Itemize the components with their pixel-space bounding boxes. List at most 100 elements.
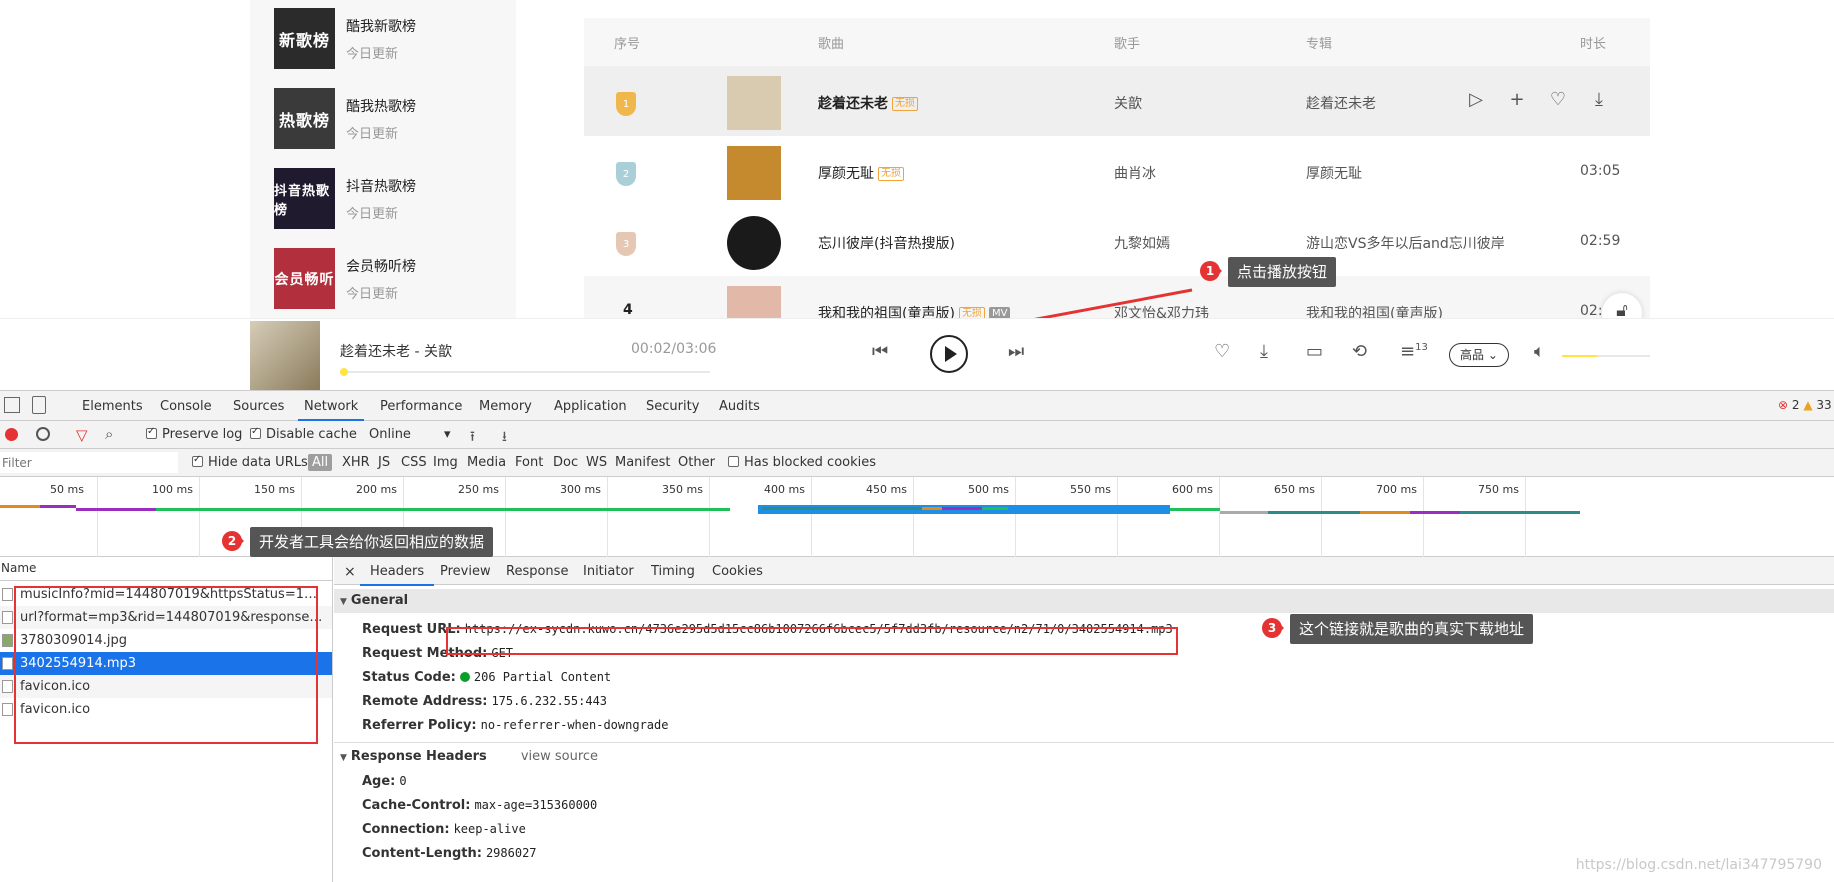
loop-icon[interactable]: ⟲	[1352, 341, 1367, 362]
type-filter-css[interactable]: CSS	[401, 455, 427, 470]
song-album[interactable]: 趁着还未老	[1306, 93, 1376, 113]
tab-sources[interactable]: Sources	[233, 399, 284, 414]
download-icon[interactable]: ⤓	[1587, 88, 1611, 112]
song-row[interactable]: 2 厚颜无耻 无损 曲肖冰 厚颜无耻 03:05	[584, 136, 1650, 206]
song-duration: 02:	[1580, 303, 1603, 318]
add-icon[interactable]: +	[1505, 88, 1529, 112]
tab-security[interactable]: Security	[646, 399, 699, 414]
song-artist[interactable]: 曲肖冰	[1114, 163, 1156, 183]
header-key: Status Code:	[362, 670, 456, 685]
chart-item-hot[interactable]: 热歌榜 酷我热歌榜 今日更新	[274, 88, 514, 152]
heart-icon[interactable]: ♡	[1214, 341, 1230, 362]
response-headers-section-header[interactable]: ▼ Response Headers view source	[334, 745, 1834, 769]
song-album[interactable]: 我和我的祖国(童声版)	[1306, 303, 1443, 318]
type-filter-js[interactable]: JS	[378, 455, 390, 470]
tab-elements[interactable]: Elements	[82, 399, 143, 414]
throttle-select[interactable]: Online ▾	[369, 427, 451, 442]
quality-button[interactable]: 高品 ⌄	[1449, 343, 1509, 367]
name-column-header[interactable]: Name	[0, 557, 333, 581]
player-cover[interactable]	[250, 321, 320, 391]
search-icon[interactable]: ⌕	[105, 425, 113, 443]
type-filter-all[interactable]: All	[308, 454, 333, 471]
song-row[interactable]: 1 趁着还未老 无损 关歆 趁着还未老 ▷ + ♡ ⤓	[584, 66, 1650, 136]
tab-console[interactable]: Console	[160, 399, 212, 414]
comment-icon[interactable]: ▭	[1306, 341, 1323, 362]
song-album[interactable]: 厚颜无耻	[1306, 163, 1362, 183]
record-icon[interactable]	[5, 428, 18, 441]
tab-application[interactable]: Application	[554, 399, 627, 414]
playlist-icon[interactable]: ≡13	[1400, 341, 1428, 362]
preserve-log-checkbox[interactable]: Preserve log	[146, 426, 242, 442]
download-icon[interactable]: ⤓	[1260, 341, 1268, 362]
error-count[interactable]: ⊗ 2 ▲ 33	[1778, 398, 1832, 412]
tab-audits[interactable]: Audits	[719, 399, 760, 414]
tab-headers[interactable]: Headers	[359, 564, 435, 586]
type-filter-xhr[interactable]: XHR	[342, 455, 370, 470]
upload-icon[interactable]: ⭱	[470, 426, 475, 450]
checkbox-checked	[146, 426, 157, 439]
chart-item-douyin[interactable]: 抖音热歌榜 抖音热歌榜 今日更新	[274, 168, 514, 232]
song-artist[interactable]: 关歆	[1114, 93, 1142, 113]
clear-icon[interactable]	[36, 427, 50, 441]
song-title[interactable]: 忘川彼岸(抖音热搜版)	[818, 233, 955, 253]
close-icon[interactable]: ×	[344, 564, 356, 580]
lossless-tag: 无损	[892, 97, 918, 111]
volume-slider[interactable]	[1562, 355, 1650, 357]
callout-number: 2	[222, 531, 244, 551]
timeline-gridline	[1219, 477, 1220, 557]
tab-cookies[interactable]: Cookies	[712, 564, 763, 579]
play-icon[interactable]: ▷	[1464, 88, 1488, 112]
tab-network[interactable]: Network	[297, 399, 365, 421]
header-key: Content-Length:	[362, 846, 482, 861]
disable-cache-label: Disable cache	[266, 427, 357, 442]
tab-memory[interactable]: Memory	[479, 399, 532, 414]
progress-knob[interactable]	[339, 368, 348, 376]
progress-bar[interactable]	[339, 368, 710, 376]
tab-performance[interactable]: Performance	[380, 399, 462, 414]
device-toggle-icon[interactable]	[32, 396, 46, 414]
tab-timing[interactable]: Timing	[651, 564, 695, 579]
type-filter-font[interactable]: Font	[515, 455, 543, 470]
blocked-cookies-checkbox[interactable]: Has blocked cookies	[728, 455, 876, 470]
heart-icon[interactable]: ♡	[1546, 88, 1570, 112]
type-filter-img[interactable]: Img	[433, 455, 458, 470]
hide-data-urls-checkbox[interactable]: Hide data URLs	[192, 454, 308, 470]
header-song: 歌曲	[818, 37, 845, 52]
song-title-text: 趁着还未老	[818, 96, 888, 112]
timeline-tick-label: 550 ms	[1070, 483, 1111, 496]
download-icon[interactable]: ⭳	[502, 426, 507, 450]
chart-name: 会员畅听榜	[346, 259, 416, 275]
filter-icon[interactable]: ▽	[76, 426, 88, 444]
tab-initiator[interactable]: Initiator	[583, 564, 634, 579]
song-album[interactable]: 游山恋VS多年以后and忘川彼岸	[1306, 233, 1505, 253]
volume-icon[interactable]: 🔈︎	[1534, 341, 1545, 362]
type-filter-other[interactable]: Other	[678, 455, 715, 470]
tab-preview[interactable]: Preview	[440, 564, 491, 579]
next-icon[interactable]: ⏭︎	[1008, 341, 1024, 362]
play-button[interactable]	[930, 335, 968, 373]
chart-item-vip[interactable]: 会员畅听 会员畅听榜 今日更新	[274, 248, 514, 312]
timeline-tick-label: 250 ms	[458, 483, 499, 496]
filter-input[interactable]	[0, 452, 178, 473]
view-source-link[interactable]: view source	[521, 749, 598, 764]
chart-item-new[interactable]: 新歌榜 酷我新歌榜 今日更新	[274, 8, 514, 72]
previous-icon[interactable]: ⏮︎	[872, 341, 888, 362]
song-title-text: 厚颜无耻	[818, 166, 874, 182]
type-filter-doc[interactable]: Doc	[553, 455, 578, 470]
type-filter-manifest[interactable]: Manifest	[615, 455, 670, 470]
chart-cover: 新歌榜	[274, 8, 335, 69]
song-row[interactable]: 3 忘川彼岸(抖音热搜版) 九黎如嫣 游山恋VS多年以后and忘川彼岸 02:5…	[584, 206, 1650, 276]
tab-response[interactable]: Response	[506, 564, 568, 579]
inspect-icon[interactable]	[4, 397, 20, 413]
song-title[interactable]: 趁着还未老 无损	[818, 93, 918, 113]
disable-cache-checkbox[interactable]: Disable cache	[250, 426, 357, 442]
player-title[interactable]: 趁着还未老 - 关歆	[340, 341, 452, 361]
song-title[interactable]: 厚颜无耻 无损	[818, 163, 904, 183]
general-section-header[interactable]: ▼ General	[334, 589, 1834, 613]
song-artist[interactable]: 九黎如嫣	[1114, 233, 1170, 253]
rank-number: 4	[623, 302, 633, 318]
timeline-tick-label: 450 ms	[866, 483, 907, 496]
error-icon: ⊗	[1778, 398, 1789, 412]
type-filter-media[interactable]: Media	[467, 455, 506, 470]
type-filter-ws[interactable]: WS	[586, 455, 607, 470]
